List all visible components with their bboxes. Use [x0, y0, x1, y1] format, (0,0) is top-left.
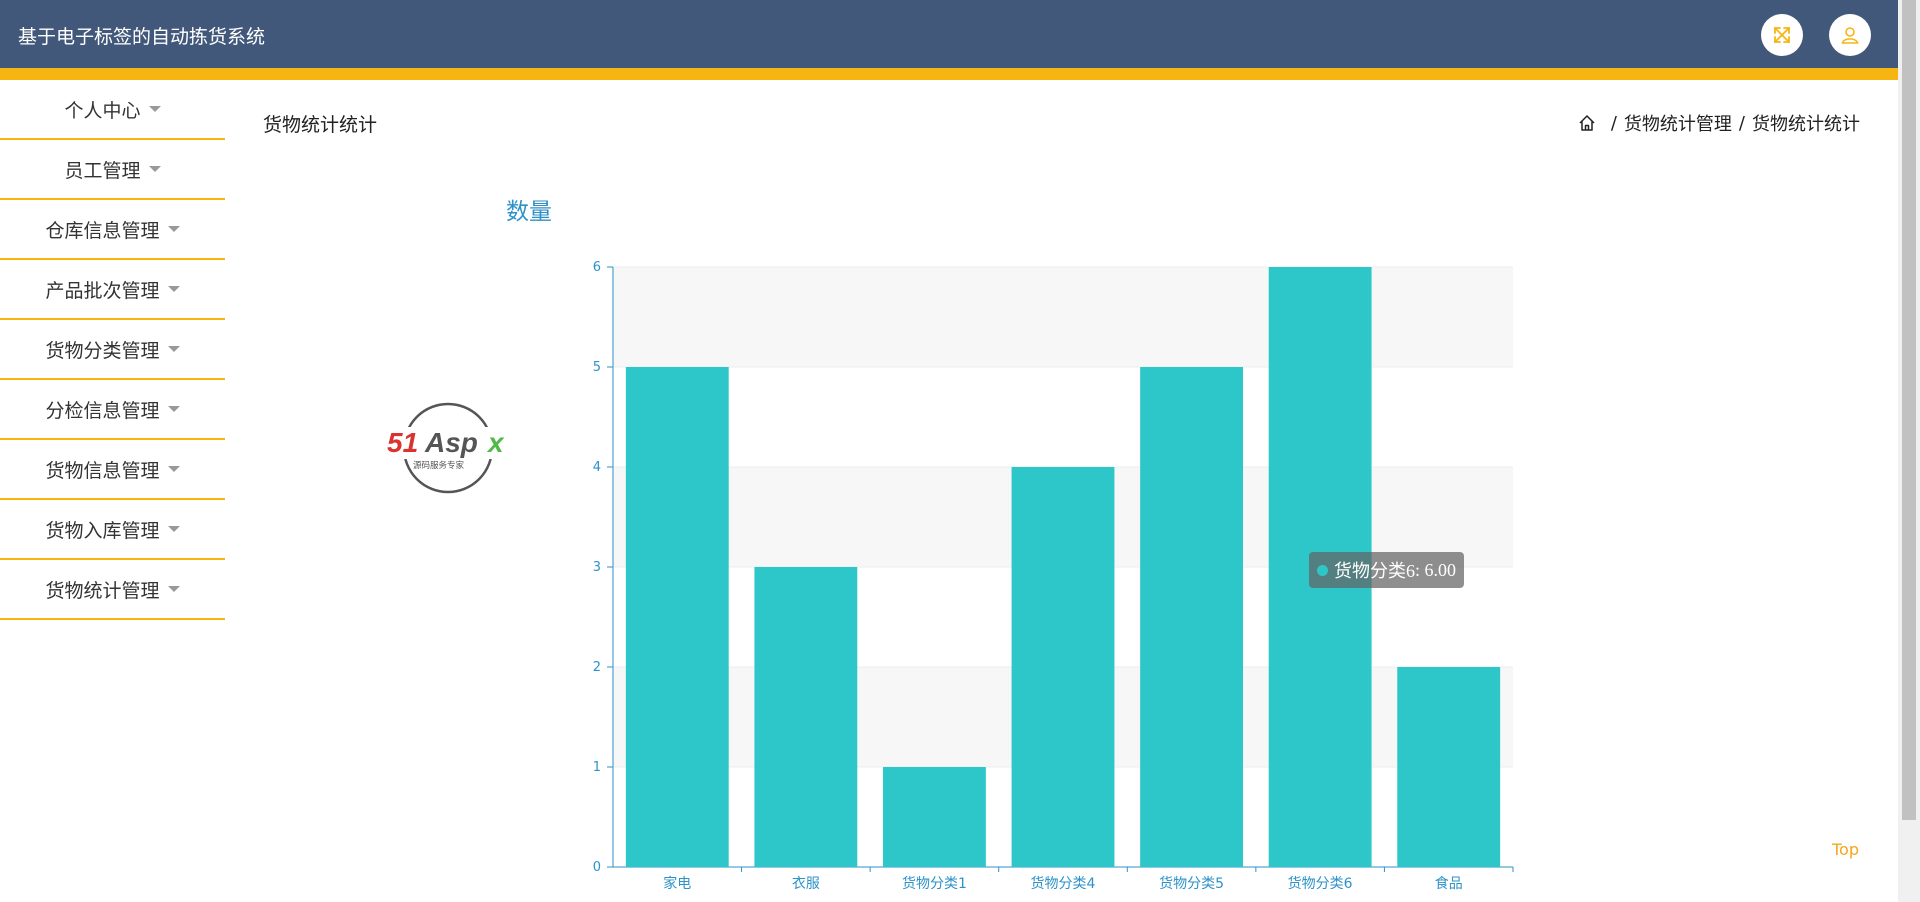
tooltip-label: 货物分类6	[1334, 561, 1415, 581]
tooltip-colon: :	[1415, 559, 1425, 580]
x-axis-category-label: 货物分类6	[1288, 875, 1353, 892]
y-axis-tick-label: 2	[593, 660, 601, 675]
x-axis-category-label: 食品	[1435, 875, 1463, 892]
back-to-top-link[interactable]: Top	[1832, 840, 1859, 859]
bar	[1397, 667, 1501, 867]
y-axis-tick-label: 5	[593, 360, 601, 375]
vertical-scrollbar[interactable]	[1898, 0, 1920, 902]
x-axis-category-label: 货物分类4	[1031, 875, 1096, 892]
y-axis-tick-label: 0	[593, 860, 601, 875]
x-axis-category-label: 货物分类1	[902, 875, 967, 892]
bar-chart: 0 1 2 3 4 5 6 家电 衣服 货物分类1 货物分类4 货物分类5 货物分类6 食品	[593, 260, 1514, 892]
bar	[754, 567, 858, 867]
chart-tooltip: 货物分类6: 6.00	[1309, 552, 1465, 588]
y-axis-tick-label: 4	[593, 460, 601, 475]
tooltip-value: 6.00	[1424, 559, 1457, 580]
y-axis-tick-label: 1	[593, 760, 601, 775]
bar	[625, 367, 729, 867]
bar	[1011, 467, 1115, 867]
bar	[883, 767, 986, 867]
x-axis-category-label: 衣服	[792, 876, 820, 892]
y-axis-tick-label: 3	[593, 560, 601, 575]
x-axis-category-label: 货物分类5	[1159, 875, 1224, 892]
y-axis-tick-label: 6	[593, 260, 601, 275]
tooltip-series-dot	[1317, 564, 1328, 576]
grid-band	[613, 267, 1513, 367]
scrollbar-thumb[interactable]	[1902, 0, 1916, 820]
x-axis-category-label: 家电	[663, 875, 691, 892]
bar	[1140, 367, 1243, 867]
